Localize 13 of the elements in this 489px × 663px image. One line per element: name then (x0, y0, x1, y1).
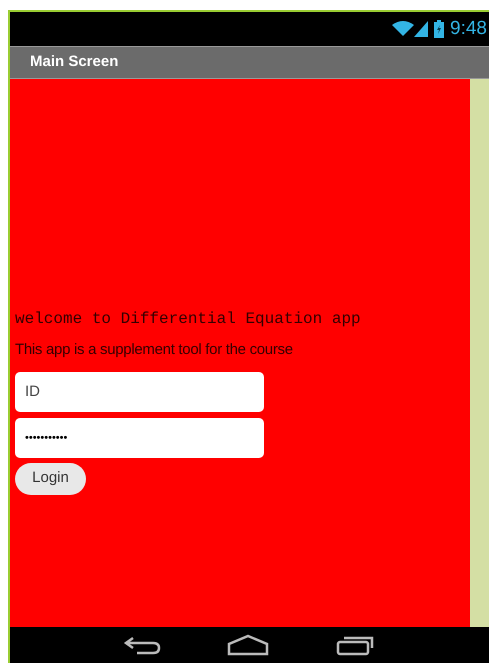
login-button[interactable]: Login (15, 462, 86, 494)
screen-title: Main Screen (30, 52, 118, 72)
home-icon[interactable] (226, 634, 270, 656)
id-field[interactable]: ID (15, 372, 264, 412)
recent-apps-icon[interactable] (336, 634, 376, 656)
wifi-icon (392, 21, 414, 37)
welcome-text: welcome to Differential Equation app (15, 309, 362, 330)
battery-icon (434, 20, 444, 38)
signal-icon (414, 21, 428, 37)
back-icon[interactable] (122, 634, 161, 656)
status-time: 9:48 (450, 16, 487, 41)
subtitle-text: This app is a supplement tool for the course (15, 340, 294, 360)
password-field[interactable]: ••••••••••• (15, 418, 264, 458)
